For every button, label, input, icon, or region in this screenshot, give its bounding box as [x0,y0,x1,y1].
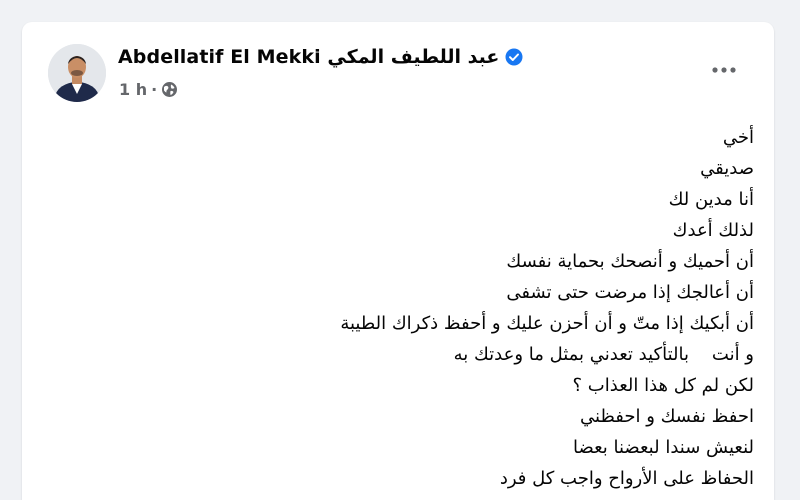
post-timestamp[interactable]: 1 h [119,80,147,99]
more-options-button[interactable] [706,58,742,82]
post-text: أخي صديقي أنا مدين لك لذلك أعدك أن أحميك… [54,122,754,494]
verified-badge-icon [505,48,523,66]
avatar-photo [48,44,106,102]
post-line: احفظ نفسك و احفظني [580,406,754,427]
globe-icon[interactable] [161,81,178,98]
more-options-icon [712,67,736,73]
meta-separator: · [151,80,158,99]
post-line: أن أبكيك إذا متّ و أن أحزن عليك و أحفظ ذ… [340,313,754,334]
post-line: الحفاظ على الأرواح واجب كل فرد [499,468,754,489]
post-line: و أنت بالتأكيد تعدني بمثل ما وعدتك به [453,344,754,365]
post-line: لذلك أعدك [672,220,754,241]
author-avatar[interactable] [48,44,106,102]
post-meta: 1 h · [119,80,178,99]
author-row: Abdellatif El Mekki عبد اللطيف المكي [118,46,523,68]
post-card: Abdellatif El Mekki عبد اللطيف المكي 1 h… [22,22,774,500]
author-name[interactable]: Abdellatif El Mekki عبد اللطيف المكي [118,46,499,68]
post-line: لكن لم كل هذا العذاب ؟ [572,375,754,396]
post-line: صديقي [700,158,754,179]
post-line: لنعيش سندا لبعضنا بعضا [572,437,754,458]
post-line: أنا مدين لك [668,189,754,210]
post-line: أن أعالجك إذا مرضت حتى تشفى [506,282,754,303]
post-line: أخي [722,127,754,148]
post-line: أن أحميك و أنصحك بحماية نفسك [506,251,754,272]
